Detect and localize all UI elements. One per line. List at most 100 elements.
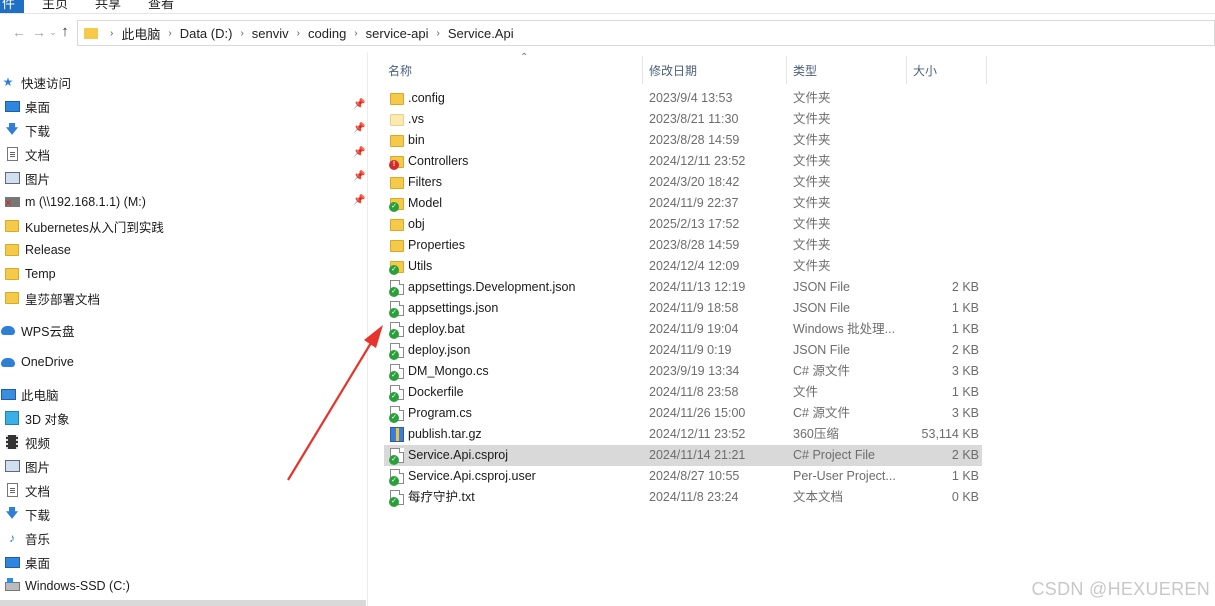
sidebar-item-this-pc[interactable]: 此电脑 xyxy=(0,383,366,405)
file-type: JSON File xyxy=(793,280,850,294)
sidebar-selected-item[interactable] xyxy=(0,600,366,606)
sidebar-item-kubernetes[interactable]: Kubernetes从入门到实践 xyxy=(0,215,366,237)
file-name: Controllers xyxy=(408,154,469,168)
file-modified-date: 2023/9/19 13:34 xyxy=(649,364,740,378)
sync-ok-icon: ✓ xyxy=(389,497,399,507)
file-icon: ✓ xyxy=(389,280,404,297)
table-row[interactable]: ✓ appsettings.json 2024/11/9 18:58 JSON Fil… xyxy=(384,298,982,319)
drive-icon xyxy=(4,577,20,591)
sidebar-item-quick-access[interactable]: ★ 快速访问 xyxy=(0,71,366,93)
file-icon: ✓ xyxy=(389,469,404,486)
sidebar-item-c-drive[interactable]: Windows-SSD (C:) xyxy=(0,575,366,597)
sidebar-item-label: Release xyxy=(25,243,71,257)
table-row[interactable]: ✓ Model 2024/11/9 22:37 文件夹 xyxy=(384,193,982,214)
file-name: Service.Api.csproj.user xyxy=(408,469,536,483)
file-icon: ✓ xyxy=(389,301,404,318)
sync-ok-icon: ✓ xyxy=(389,476,399,486)
file-type: 文件夹 xyxy=(793,217,831,231)
back-arrow-icon[interactable]: ← xyxy=(10,22,28,42)
table-row[interactable]: ✓ 每疗守护.txt 2024/11/8 23:24 文本文档 0 KB xyxy=(384,487,982,508)
file-modified-date: 2024/11/13 12:19 xyxy=(649,280,746,294)
file-type: 文件夹 xyxy=(793,259,831,273)
tab-file[interactable]: 件 xyxy=(0,0,24,13)
sidebar-item-pictures[interactable]: 图片 📌 xyxy=(0,167,366,189)
sidebar-item-videos[interactable]: 视频 xyxy=(0,431,366,453)
breadcrumb-thispc[interactable]: 此电脑 xyxy=(121,24,160,43)
chevron-right-icon[interactable]: › xyxy=(168,28,171,39)
table-row[interactable]: ✓ deploy.bat 2024/11/9 19:04 Windows 批处理...… xyxy=(384,319,982,340)
pin-icon[interactable]: 📌 xyxy=(353,123,365,134)
chevron-right-icon[interactable]: › xyxy=(240,28,243,39)
sidebar-item-pc-downloads[interactable]: 🡇 下载 xyxy=(0,503,366,525)
file-name: appsettings.Development.json xyxy=(408,280,576,294)
sidebar-item-pc-documents[interactable]: 文档 xyxy=(0,479,366,501)
folder-icon xyxy=(5,244,19,256)
table-row[interactable]: ✓ deploy.json 2024/11/9 0:19 JSON File 2 KB xyxy=(384,340,982,361)
sidebar-item-desktop[interactable]: 桌面 📌 xyxy=(0,95,366,117)
navigation-pane: ★ 快速访问 桌面 📌 🡇 下载 📌 文档 📌 图片 📌 m (\\192.16… xyxy=(0,52,368,606)
chevron-right-icon[interactable]: › xyxy=(437,28,440,39)
file-name: DM_Mongo.cs xyxy=(408,364,489,378)
column-header-name[interactable]: ⌃ 名称 xyxy=(382,52,643,84)
table-row[interactable]: ✓ Service.Api.csproj 2024/11/14 21:21 C# Pr… xyxy=(384,445,982,466)
table-row[interactable]: obj 2025/2/13 17:52 文件夹 xyxy=(384,214,982,235)
tab-home[interactable]: 主页 xyxy=(42,0,68,13)
sidebar-item-documents[interactable]: 文档 📌 xyxy=(0,143,366,165)
column-header-size[interactable]: 大小 xyxy=(907,56,987,84)
file-modified-date: 2024/11/9 19:04 xyxy=(649,322,739,336)
file-modified-date: 2024/8/27 10:55 xyxy=(649,469,740,483)
sync-ok-icon: ✓ xyxy=(389,308,399,318)
breadcrumb-coding[interactable]: coding xyxy=(308,26,346,41)
table-row[interactable]: ✓ DM_Mongo.cs 2023/9/19 13:34 C# 源文件 3 KB xyxy=(384,361,982,382)
pin-icon[interactable]: 📌 xyxy=(353,99,365,110)
chevron-right-icon[interactable]: › xyxy=(297,28,300,39)
breadcrumb-service-api[interactable]: service-api xyxy=(366,26,429,41)
table-row[interactable]: publish.tar.gz 2024/12/11 23:52 360压缩 53,11… xyxy=(384,424,982,445)
up-arrow-icon[interactable]: ↑ xyxy=(56,22,74,42)
sidebar-item-onedrive[interactable]: OneDrive xyxy=(0,351,366,373)
sidebar-item-network-drive[interactable]: m (\\192.168.1.1) (M:) 📌 xyxy=(0,191,366,213)
sidebar-item-label: Windows-SSD (C:) xyxy=(25,579,130,593)
folder-icon xyxy=(390,240,404,252)
chevron-right-icon[interactable]: › xyxy=(354,28,357,39)
file-name: deploy.bat xyxy=(408,322,465,336)
sidebar-item-3d-objects[interactable]: 3D 对象 xyxy=(0,407,366,429)
column-header-type[interactable]: 类型 xyxy=(787,56,907,84)
tab-view[interactable]: 查看 xyxy=(148,0,174,13)
desktop-icon xyxy=(4,100,20,112)
chevron-right-icon: › xyxy=(110,27,114,39)
table-row[interactable]: .vs 2023/8/21 11:30 文件夹 xyxy=(384,109,982,130)
sidebar-item-pc-desktop[interactable]: 桌面 xyxy=(0,551,366,573)
table-row[interactable]: Properties 2023/8/28 14:59 文件夹 xyxy=(384,235,982,256)
table-row[interactable]: ✓ Utils 2024/12/4 12:09 文件夹 xyxy=(384,256,982,277)
column-header-date[interactable]: 修改日期 xyxy=(643,56,787,84)
table-row[interactable]: Filters 2024/3/20 18:42 文件夹 xyxy=(384,172,982,193)
breadcrumb-data-drive[interactable]: Data (D:) xyxy=(180,26,233,41)
sidebar-item-downloads[interactable]: 🡇 下载 📌 xyxy=(0,119,366,141)
table-row[interactable]: ✓ appsettings.Development.json 2024/11/13 … xyxy=(384,277,982,298)
file-name: deploy.json xyxy=(408,343,471,357)
file-type: 文件夹 xyxy=(793,91,831,105)
breadcrumb-service-api-current[interactable]: Service.Api xyxy=(448,26,514,41)
tab-share[interactable]: 共享 xyxy=(95,0,121,13)
table-row[interactable]: ✓ Service.Api.csproj.user 2024/8/27 10:55 P… xyxy=(384,466,982,487)
file-name: appsettings.json xyxy=(408,301,499,315)
sidebar-item-pc-pictures[interactable]: 图片 xyxy=(0,455,366,477)
desktop-icon xyxy=(4,556,20,568)
table-row[interactable]: ✓ Dockerfile 2024/11/8 23:58 文件 1 KB xyxy=(384,382,982,403)
pin-icon[interactable]: 📌 xyxy=(353,147,365,158)
sidebar-item-deploy-docs[interactable]: 皇莎部署文档 xyxy=(0,287,366,309)
breadcrumb-senviv[interactable]: senviv xyxy=(252,26,289,41)
file-modified-date: 2023/9/4 13:53 xyxy=(649,91,733,105)
address-bar[interactable]: › 此电脑 › Data (D:) › senviv › coding › se… xyxy=(77,20,1215,46)
sidebar-item-music[interactable]: ♪ 音乐 xyxy=(0,527,366,549)
pin-icon[interactable]: 📌 xyxy=(353,195,365,206)
sidebar-item-wps-cloud[interactable]: WPS云盘 xyxy=(0,319,366,341)
table-row[interactable]: .config 2023/9/4 13:53 文件夹 xyxy=(384,88,982,109)
table-row[interactable]: ! Controllers 2024/12/11 23:52 文件夹 xyxy=(384,151,982,172)
sidebar-item-temp[interactable]: Temp xyxy=(0,263,366,285)
sidebar-item-release[interactable]: Release xyxy=(0,239,366,261)
table-row[interactable]: bin 2023/8/28 14:59 文件夹 xyxy=(384,130,982,151)
table-row[interactable]: ✓ Program.cs 2024/11/26 15:00 C# 源文件 3 KB xyxy=(384,403,982,424)
pin-icon[interactable]: 📌 xyxy=(353,171,365,182)
